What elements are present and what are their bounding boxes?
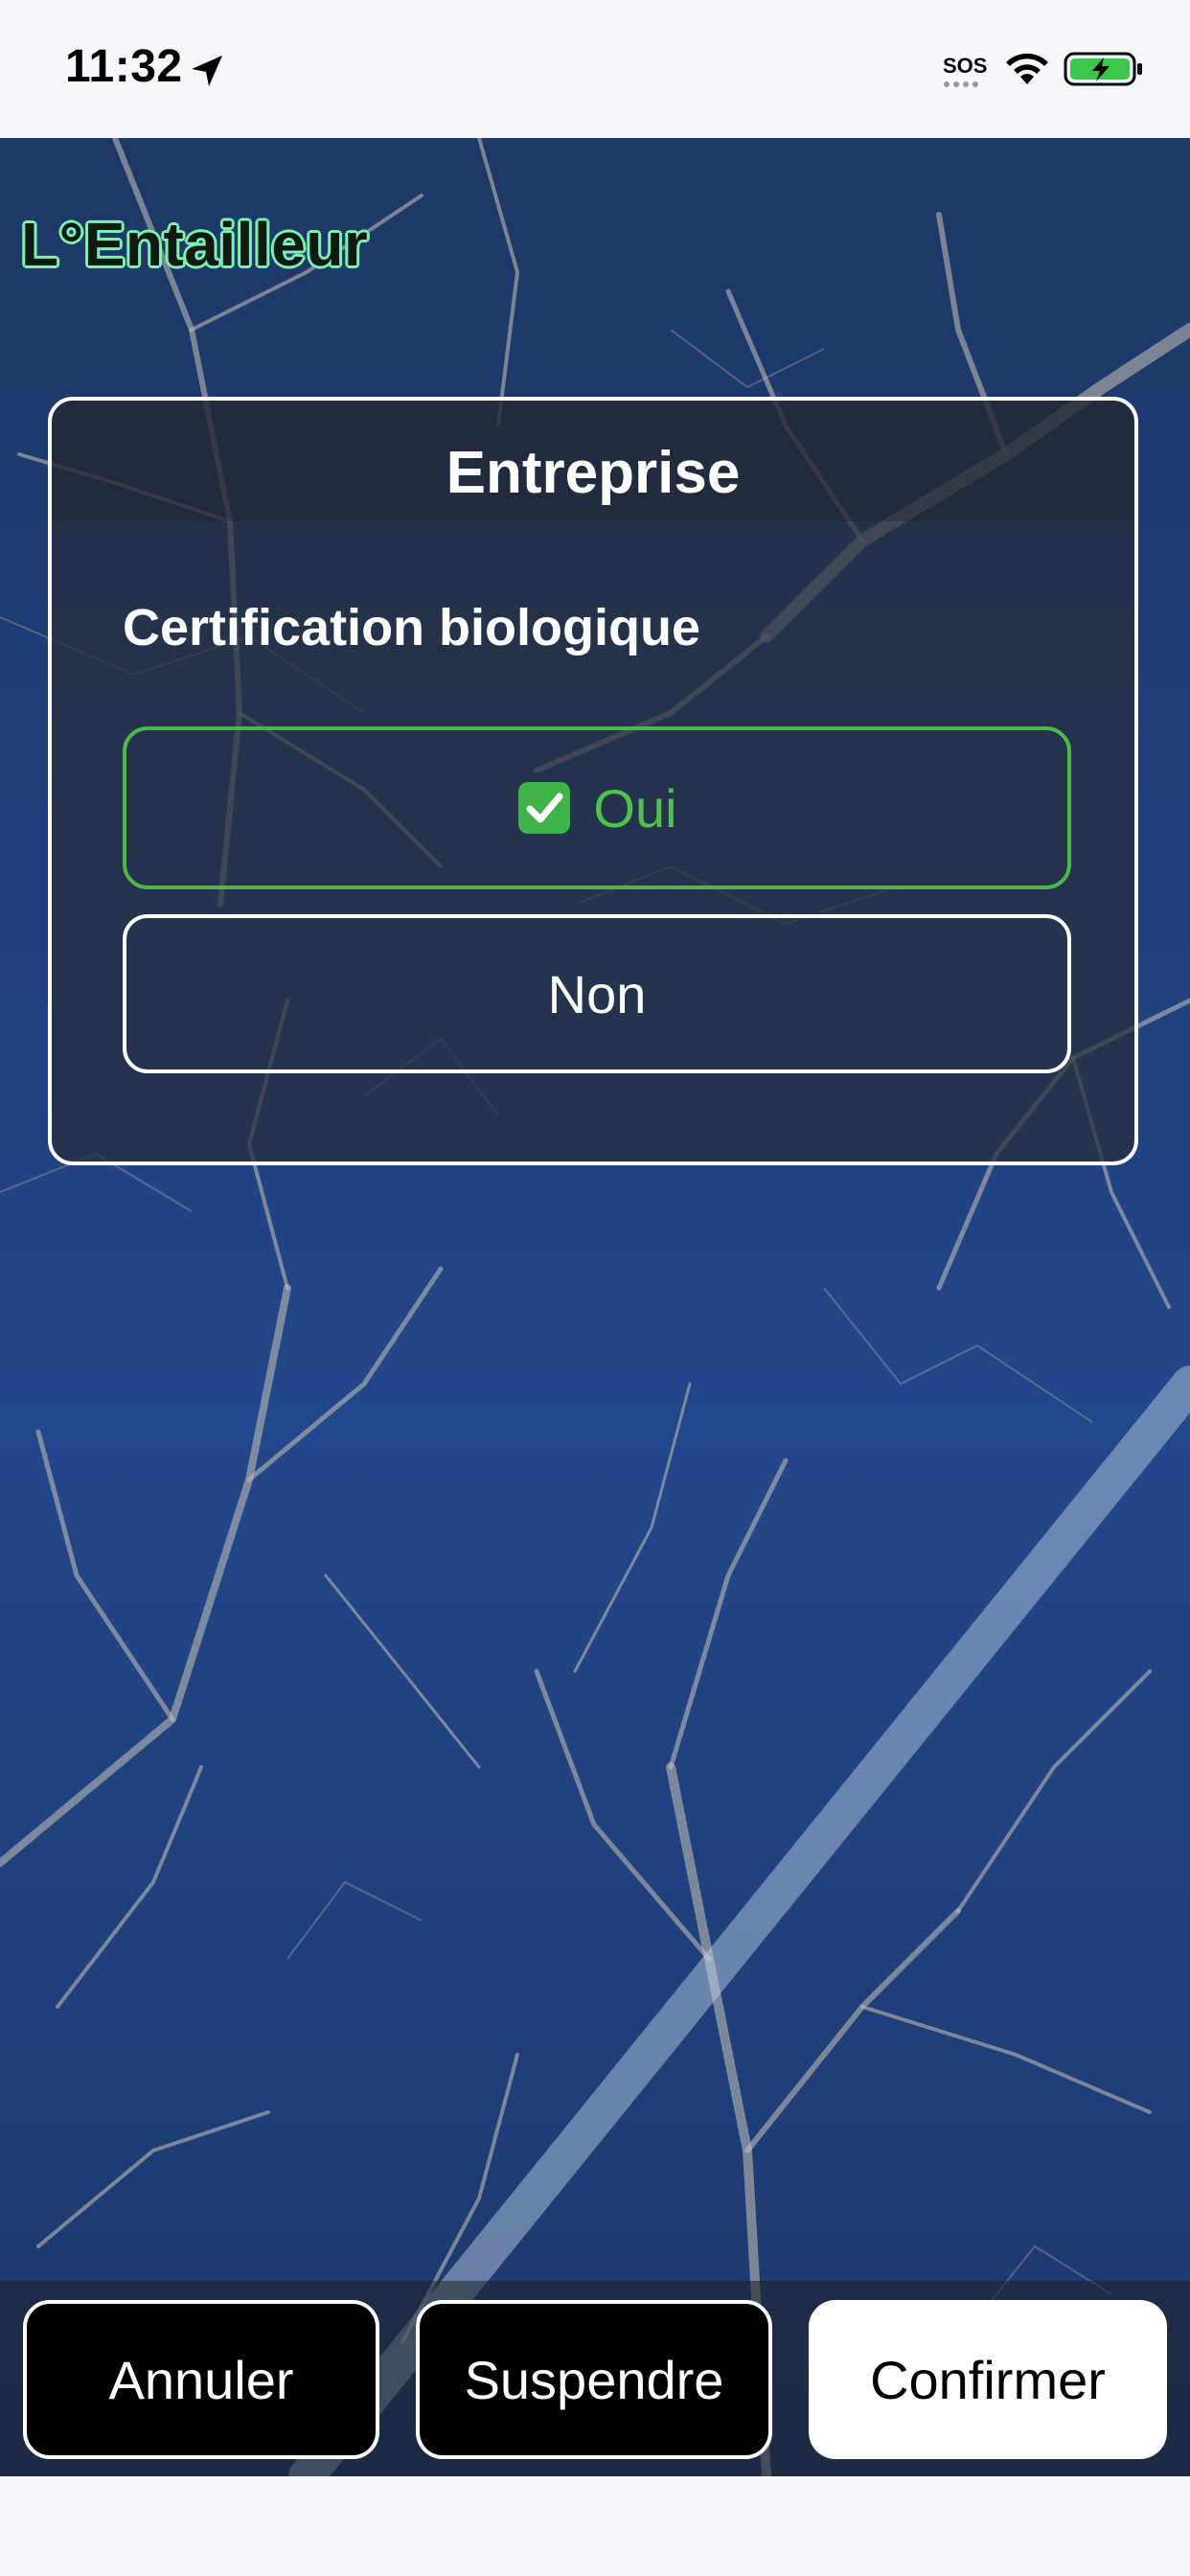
status-time: 11:32 bbox=[65, 41, 183, 92]
cancel-button[interactable]: Annuler bbox=[23, 2300, 379, 2459]
wifi-icon bbox=[1006, 53, 1048, 84]
signal-dots-icon bbox=[944, 81, 978, 87]
confirm-button[interactable]: Confirmer bbox=[809, 2300, 1167, 2459]
question-label: Certification biologique bbox=[123, 599, 700, 656]
option-no-label: Non bbox=[547, 963, 647, 1024]
status-bar: 11:32 SOS bbox=[0, 0, 1190, 138]
question-card: Entreprise Certification biologique Oui … bbox=[48, 397, 1138, 1165]
sos-label: SOS bbox=[943, 54, 988, 78]
card-title: Entreprise bbox=[446, 440, 741, 506]
option-yes-label: Oui bbox=[593, 777, 677, 839]
suspend-button-label: Suspendre bbox=[464, 2349, 724, 2410]
battery-charging-icon bbox=[1064, 52, 1142, 86]
home-indicator-area bbox=[0, 2476, 1190, 2576]
option-yes-button[interactable]: Oui bbox=[123, 726, 1071, 889]
app-logo: L°Entailleur bbox=[21, 210, 369, 279]
checkmark-box-icon bbox=[518, 782, 571, 834]
cancel-button-label: Annuler bbox=[108, 2349, 294, 2410]
option-no-button[interactable]: Non bbox=[123, 914, 1071, 1073]
confirm-button-label: Confirmer bbox=[870, 2349, 1106, 2410]
location-arrow-icon bbox=[192, 56, 222, 86]
suspend-button[interactable]: Suspendre bbox=[416, 2300, 772, 2459]
